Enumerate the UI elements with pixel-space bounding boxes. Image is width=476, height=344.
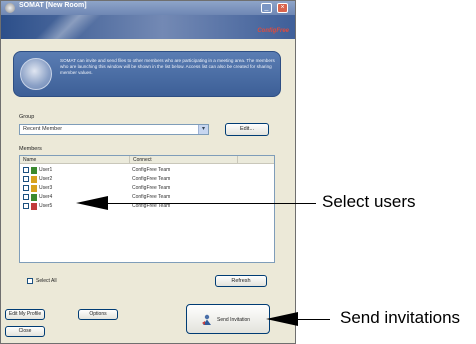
close-window-button[interactable]: × <box>277 3 288 13</box>
user-icon <box>31 203 37 210</box>
close-button[interactable]: Close <box>5 326 45 337</box>
banner-swoosh <box>1 15 121 39</box>
minimize-button[interactable]: _ <box>261 3 272 13</box>
member-name: User2 <box>39 176 53 182</box>
window-title: SOMAT [New Room] <box>19 2 87 9</box>
member-row[interactable]: User1 ConfigFree Team <box>20 166 274 175</box>
member-connect: ConfigFree Team <box>132 194 171 200</box>
member-connect: ConfigFree Team <box>132 167 171 173</box>
member-checkbox[interactable] <box>23 185 29 191</box>
edit-profile-button[interactable]: Edit My Profile <box>5 309 45 320</box>
send-invitations-arrowhead <box>266 312 298 326</box>
group-selected-value: Recent Member <box>23 126 63 132</box>
members-label: Members <box>19 146 42 152</box>
edit-group-button[interactable]: Edit... <box>225 123 269 136</box>
member-row[interactable]: User3 ConfigFree Team <box>20 184 274 193</box>
member-checkbox[interactable] <box>23 203 29 209</box>
refresh-button[interactable]: Refresh <box>215 275 267 287</box>
member-row[interactable]: User4 ConfigFree Team <box>20 193 274 202</box>
member-name: User5 <box>39 203 53 209</box>
send-invitation-icon <box>202 314 211 325</box>
send-invitations-callout: Send invitations <box>340 308 461 327</box>
select-users-callout: Select users <box>322 192 416 211</box>
send-invitations-arrow-line <box>296 319 330 320</box>
user-icon <box>31 185 37 192</box>
select-all-box[interactable] <box>27 278 33 284</box>
member-checkbox[interactable] <box>23 167 29 173</box>
member-name: User4 <box>39 194 53 200</box>
info-text: SOMAT can invite and send files to other… <box>60 58 275 75</box>
title-bar[interactable]: SOMAT [New Room] _ × <box>1 1 295 15</box>
members-list[interactable]: Name Connect User1 ConfigFree Team User2… <box>19 155 275 263</box>
column-header-name[interactable]: Name <box>20 156 130 164</box>
column-header-connect[interactable]: Connect <box>130 156 238 164</box>
member-checkbox[interactable] <box>23 194 29 200</box>
member-row[interactable]: User2 ConfigFree Team <box>20 175 274 184</box>
member-connect: ConfigFree Team <box>132 185 171 191</box>
options-button[interactable]: Options <box>78 309 118 320</box>
member-name: User3 <box>39 185 53 191</box>
send-invitation-label: Send Invitation <box>217 317 251 323</box>
user-icon <box>31 167 37 174</box>
member-checkbox[interactable] <box>23 176 29 182</box>
chevron-down-icon[interactable]: ▾ <box>198 125 208 134</box>
user-icon <box>31 176 37 183</box>
member-name: User1 <box>39 167 53 173</box>
group-select[interactable]: Recent Member ▾ <box>19 124 209 135</box>
app-icon <box>5 3 15 13</box>
select-users-arrowhead <box>76 196 108 210</box>
header-banner: ConfigFree <box>1 15 295 39</box>
select-all-label: Select All <box>36 278 57 284</box>
select-users-arrow-line <box>106 203 316 204</box>
brand-logo: ConfigFree <box>257 28 289 34</box>
list-header: Name Connect <box>20 156 274 164</box>
info-panel: SOMAT can invite and send files to other… <box>13 51 281 97</box>
member-connect: ConfigFree Team <box>132 176 171 182</box>
people-icon <box>20 58 52 90</box>
send-invitation-button[interactable]: Send Invitation <box>186 304 270 334</box>
invite-window: SOMAT [New Room] _ × ConfigFree SOMAT ca… <box>0 0 296 344</box>
user-icon <box>31 194 37 201</box>
group-label: Group <box>19 114 35 120</box>
